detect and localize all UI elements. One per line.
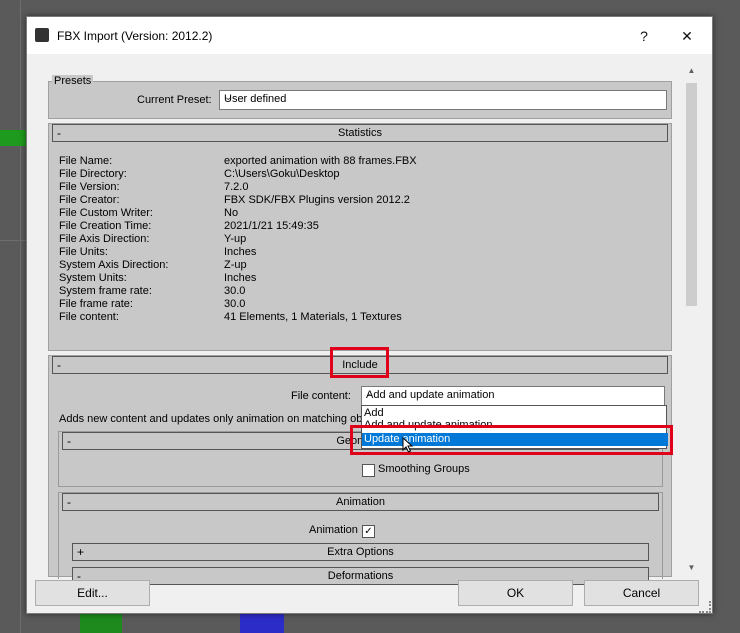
statistics-row-label: File Creation Time: xyxy=(59,220,152,232)
collapse-icon: - xyxy=(67,434,71,448)
title-bar[interactable]: FBX Import (Version: 2012.2) ? ✕ xyxy=(27,17,712,54)
checkmark-icon: ✓ xyxy=(364,526,373,537)
scroll-up-icon[interactable]: ▲ xyxy=(684,63,699,78)
statistics-row-label: File Axis Direction: xyxy=(59,233,150,245)
statistics-row-label: File frame rate: xyxy=(59,298,133,310)
current-preset-label: Current Preset: xyxy=(137,94,212,106)
animation-header-label: Animation xyxy=(336,496,385,508)
statistics-row-label: File Creator: xyxy=(59,194,120,206)
smoothing-groups-label: Smoothing Groups xyxy=(378,463,470,475)
statistics-row-value: Z-up xyxy=(224,259,247,271)
statistics-row-value: No xyxy=(224,207,239,219)
help-button[interactable]: ? xyxy=(632,25,656,47)
update-animation-highlight-box xyxy=(350,425,673,455)
scroll-thumb[interactable] xyxy=(686,83,697,306)
viewport-green-object xyxy=(80,612,122,633)
vertical-scrollbar[interactable]: ▲ ▼ xyxy=(684,63,699,573)
extra-options-header-label: Extra Options xyxy=(327,546,394,558)
statistics-row-value: FBX SDK/FBX Plugins version 2012.2 xyxy=(224,194,410,206)
statistics-row-value: 41 Elements, 1 Materials, 1 Textures xyxy=(224,311,402,323)
viewport-grid-line xyxy=(20,0,21,633)
file-content-label: File content: xyxy=(291,390,351,402)
smoothing-groups-checkbox[interactable] xyxy=(362,464,375,477)
statistics-header[interactable]: - Statistics xyxy=(52,124,668,142)
deformations-header-label: Deformations xyxy=(327,570,394,582)
animation-checkbox[interactable]: ✓ xyxy=(362,525,375,538)
chevron-down-icon: ⌄ xyxy=(224,92,233,103)
statistics-row-value: C:\Users\Goku\Desktop xyxy=(224,168,340,180)
statistics-row-label: System Axis Direction: xyxy=(59,259,169,271)
scroll-down-icon[interactable]: ▼ xyxy=(684,560,699,575)
viewport-green-object xyxy=(0,130,26,146)
statistics-row-value: 30.0 xyxy=(224,285,246,297)
statistics-row-label: File Units: xyxy=(59,246,108,258)
file-content-dropdown[interactable]: Add and update animation ⌄ xyxy=(361,386,665,406)
statistics-row-label: File Directory: xyxy=(59,168,127,180)
viewport-blue-object xyxy=(240,612,284,633)
statistics-row-value: Y-up xyxy=(224,233,247,245)
include-description: Adds new content and updates only animat… xyxy=(59,413,365,425)
extra-options-header[interactable]: + Extra Options xyxy=(72,543,649,561)
statistics-row-value: 30.0 xyxy=(224,298,246,310)
chevron-down-icon: ⌄ xyxy=(366,388,375,399)
app-icon xyxy=(35,28,49,42)
dialog-client-area: Presets Current Preset: User defined ⌄ -… xyxy=(28,55,711,585)
window-title: FBX Import (Version: 2012.2) xyxy=(57,29,213,43)
collapse-icon: - xyxy=(57,126,61,140)
statistics-header-label: Statistics xyxy=(337,127,382,139)
ok-button[interactable]: OK xyxy=(458,580,573,606)
close-button[interactable]: ✕ xyxy=(675,25,699,47)
statistics-row-value: exported animation with 88 frames.FBX xyxy=(224,155,417,167)
statistics-row-label: File content: xyxy=(59,311,119,323)
statistics-row-label: System Units: xyxy=(59,272,127,284)
collapse-icon: - xyxy=(67,495,71,509)
statistics-row-value: 7.2.0 xyxy=(224,181,249,193)
cancel-button[interactable]: Cancel xyxy=(584,580,699,606)
resize-grip-icon[interactable] xyxy=(699,601,711,613)
collapse-icon: - xyxy=(57,358,61,372)
statistics-row-label: File Name: xyxy=(59,155,113,167)
fbx-import-dialog: FBX Import (Version: 2012.2) ? ✕ Presets… xyxy=(26,16,713,614)
edit-button[interactable]: Edit... xyxy=(35,580,150,606)
viewport-grid-line xyxy=(0,240,26,241)
statistics-row-label: File Custom Writer: xyxy=(59,207,153,219)
mouse-cursor-icon xyxy=(402,437,414,453)
statistics-row-label: System frame rate: xyxy=(59,285,152,297)
statistics-row-value: 2021/1/21 15:49:35 xyxy=(224,220,319,232)
expand-icon: + xyxy=(77,545,85,559)
animation-header[interactable]: - Animation xyxy=(62,493,659,511)
statistics-row-value: Inches xyxy=(224,246,257,258)
animation-label: Animation xyxy=(309,524,358,536)
presets-group-label: Presets xyxy=(52,75,94,87)
current-preset-dropdown[interactable]: User defined ⌄ xyxy=(219,90,667,110)
include-highlight-box xyxy=(330,347,389,378)
statistics-row-label: File Version: xyxy=(59,181,120,193)
statistics-row-value: Inches xyxy=(224,272,257,284)
